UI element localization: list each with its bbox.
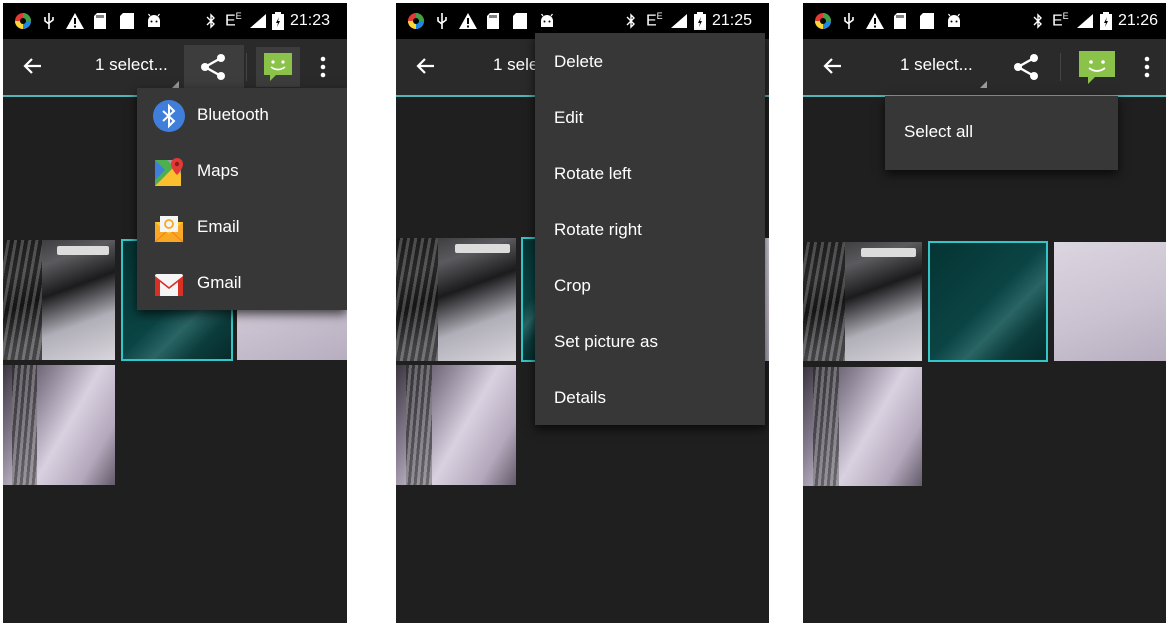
sd-card-icon <box>919 11 935 31</box>
selection-count[interactable]: 1 sele <box>493 55 538 75</box>
screen-selection-menu: EE 21:26 1 select... Select all <box>803 3 1166 623</box>
more-options-icon[interactable] <box>1143 55 1151 79</box>
sd-card-icon <box>486 11 500 31</box>
back-arrow-icon[interactable] <box>819 52 847 80</box>
selection-menu: Select all <box>885 96 1118 170</box>
signal-icon <box>1076 11 1094 31</box>
selection-count[interactable]: 1 select... <box>95 55 168 75</box>
menu-item-set-picture-as[interactable]: Set picture as <box>535 315 765 371</box>
sd-card-icon <box>93 11 107 31</box>
menu-item-label: Crop <box>554 276 591 295</box>
menu-item-label: Gmail <box>197 273 242 292</box>
menu-item-label: Select all <box>904 122 973 141</box>
messaging-app-icon[interactable] <box>256 47 300 87</box>
warning-icon <box>458 11 478 31</box>
menu-item-label: Rotate right <box>554 220 642 239</box>
bluetooth-icon <box>1032 11 1044 31</box>
status-bar: EE 21:26 <box>803 5 1166 39</box>
action-bar: 1 select... <box>3 39 347 95</box>
more-options-icon[interactable] <box>319 55 327 79</box>
app-icon <box>406 11 426 31</box>
share-menu-item-maps[interactable]: Maps <box>137 144 347 200</box>
selection-frame <box>928 241 1048 362</box>
back-arrow-icon[interactable] <box>412 52 440 80</box>
network-type: EE <box>225 11 242 30</box>
divider <box>1060 53 1061 81</box>
network-type: EE <box>1052 11 1069 30</box>
usb-icon <box>434 11 450 31</box>
menu-item-label: Edit <box>554 108 584 127</box>
photo-thumbnail[interactable] <box>396 365 516 485</box>
menu-item-label: Bluetooth <box>197 105 269 124</box>
photo-thumbnail[interactable] <box>1054 242 1166 361</box>
screen-share-menu: EE 21:23 1 select... Bluetooth Maps Emai… <box>3 3 347 623</box>
android-icon <box>945 11 963 31</box>
sd-card-icon <box>893 11 907 31</box>
warning-icon <box>65 11 85 31</box>
share-menu-item-bluetooth[interactable]: Bluetooth <box>137 88 347 144</box>
menu-item-label: Rotate left <box>554 164 632 183</box>
bluetooth-icon <box>625 11 637 31</box>
menu-item-label: Delete <box>554 52 604 71</box>
signal-icon <box>670 11 688 31</box>
menu-item-details[interactable]: Details <box>535 371 765 427</box>
warning-icon <box>865 11 885 31</box>
app-icon <box>13 11 33 31</box>
screen-overflow-menu: EE 21:25 1 sele Delete Edit Rotate left … <box>396 3 769 623</box>
battery-icon <box>1100 11 1112 31</box>
sd-card-icon <box>512 11 528 31</box>
menu-item-label: Details <box>554 388 606 407</box>
menu-item-rotate-right[interactable]: Rotate right <box>535 203 765 259</box>
menu-item-rotate-left[interactable]: Rotate left <box>535 147 765 203</box>
clock: 21:26 <box>1118 12 1159 29</box>
network-type: EE <box>646 11 663 30</box>
back-arrow-icon[interactable] <box>19 52 47 80</box>
status-bar: EE 21:23 <box>3 5 347 39</box>
clock: 21:23 <box>290 12 331 29</box>
signal-icon <box>249 11 267 31</box>
menu-item-edit[interactable]: Edit <box>535 91 765 147</box>
menu-item-crop[interactable]: Crop <box>535 259 765 315</box>
photo-thumbnail[interactable] <box>396 238 516 361</box>
share-icon[interactable] <box>197 51 229 83</box>
action-bar: 1 select... <box>803 39 1166 95</box>
photo-thumbnail[interactable] <box>803 242 922 361</box>
menu-item-delete[interactable]: Delete <box>535 35 765 91</box>
photo-thumbnail[interactable] <box>803 367 922 486</box>
battery-icon <box>694 11 706 31</box>
battery-icon <box>272 11 284 31</box>
menu-item-label: Email <box>197 217 240 236</box>
overflow-menu: Delete Edit Rotate left Rotate right Cro… <box>535 33 765 425</box>
usb-icon <box>841 11 857 31</box>
share-menu: Bluetooth Maps Email Gmail <box>137 88 347 310</box>
share-menu-item-email[interactable]: Email <box>137 200 347 256</box>
menu-item-select-all[interactable]: Select all <box>885 105 1118 161</box>
share-menu-item-gmail[interactable]: Gmail <box>137 256 347 312</box>
bluetooth-icon <box>153 100 185 132</box>
gmail-icon <box>155 274 183 296</box>
android-icon <box>538 11 556 31</box>
sd-card-icon <box>119 11 135 31</box>
messaging-app-icon[interactable] <box>1075 47 1119 87</box>
share-icon[interactable] <box>1010 51 1042 83</box>
menu-item-label: Maps <box>197 161 239 180</box>
menu-item-label: Set picture as <box>554 332 658 351</box>
photo-thumbnail[interactable] <box>3 365 115 485</box>
selection-count[interactable]: 1 select... <box>900 55 973 75</box>
maps-icon <box>155 158 183 186</box>
dropdown-indicator-icon <box>980 81 987 88</box>
dropdown-indicator-icon <box>172 81 179 88</box>
bluetooth-icon <box>205 11 217 31</box>
email-icon <box>154 216 184 243</box>
divider <box>246 53 247 81</box>
app-icon <box>813 11 833 31</box>
clock: 21:25 <box>712 12 753 29</box>
usb-icon <box>41 11 57 31</box>
android-icon <box>145 11 163 31</box>
photo-thumbnail[interactable] <box>3 240 115 360</box>
